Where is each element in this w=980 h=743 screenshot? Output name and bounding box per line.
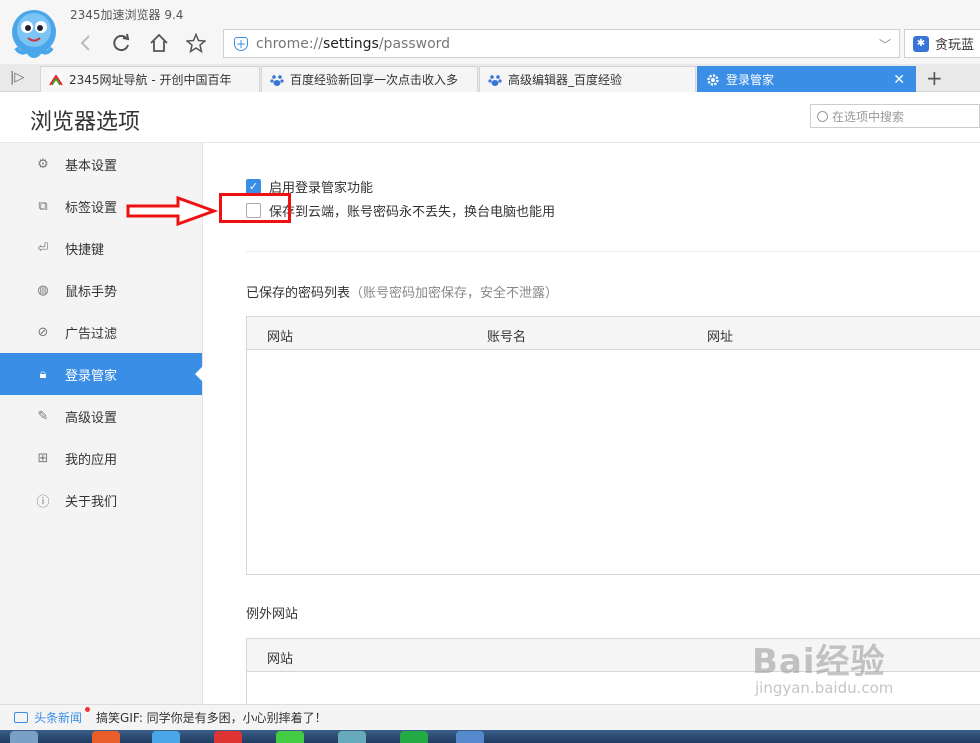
paw-icon: [270, 74, 284, 86]
table-header: 网站 账号名 网址: [247, 317, 980, 350]
start-button-icon[interactable]: [10, 731, 38, 743]
chevron-left-icon: [80, 35, 90, 51]
page-title: 浏览器选项: [30, 110, 141, 135]
home-button[interactable]: [146, 30, 172, 56]
home-icon: [150, 33, 168, 52]
column-site: 网站: [267, 330, 294, 345]
taskbar-app-icon[interactable]: [214, 731, 242, 743]
search-placeholder: 在选项中搜索: [832, 109, 905, 124]
sidebar-item-apps[interactable]: ⊞ 我的应用: [0, 437, 202, 479]
taskbar-app-icon[interactable]: [276, 731, 304, 743]
search-icon: [817, 110, 828, 122]
enable-login-manager-checkbox[interactable]: ✓: [246, 179, 261, 194]
address-bar[interactable]: + chrome://settings/password ﹀: [223, 29, 900, 58]
baidu-jingyan-watermark: Bai经验 jingyan.baidu.com: [752, 642, 894, 697]
gear-icon: [707, 73, 719, 86]
sidebar-toggle-icon[interactable]: |▷: [10, 70, 24, 85]
browser-toolbar: 2345加速浏览器 9.4 + chrome://settings/passwo…: [0, 0, 980, 64]
settings-search-input[interactable]: 在选项中搜索: [810, 104, 980, 128]
tab-baidu-jingyan[interactable]: 百度经验新回享一次点击收入多: [261, 66, 478, 92]
star-icon: [186, 33, 206, 53]
tabs-icon: ⧉: [38, 198, 48, 214]
2345-icon: [49, 72, 63, 87]
reload-icon: [113, 33, 130, 52]
column-site: 网站: [267, 652, 294, 667]
browser-logo-icon: [12, 10, 56, 58]
info-icon: ⓘ: [36, 494, 50, 510]
sidebar-item-about[interactable]: ⓘ 关于我们: [0, 479, 202, 521]
sidebar-item-basic[interactable]: ⚙ 基本设置: [0, 143, 202, 185]
taskbar-app-icon[interactable]: [456, 731, 484, 743]
search-engine-text: 贪玩蓝: [935, 38, 975, 53]
apps-icon: ⊞: [37, 450, 49, 466]
news-icon: [14, 712, 28, 723]
save-to-cloud-option[interactable]: 保存到云端，账号密码永不丢失，换台电脑也能用: [246, 201, 555, 220]
paw-icon: ✱: [913, 35, 929, 52]
mouse-icon: ◍: [37, 282, 49, 298]
news-headline[interactable]: 搞笑GIF: 同学你是有多困，小心别摔着了！: [96, 709, 327, 726]
gear-icon: ⚙: [37, 156, 49, 172]
close-icon[interactable]: ✕: [893, 72, 905, 88]
back-button[interactable]: [72, 30, 98, 56]
shortcut-icon: ⏎: [37, 240, 49, 256]
secure-shield-icon: +: [234, 36, 248, 51]
sidebar-item-adblock[interactable]: ⊘ 广告过滤: [0, 311, 202, 353]
news-label[interactable]: 头条新闻: [34, 707, 91, 726]
saved-passwords-title: 已保存的密码列表（账号密码加密保存，安全不泄露）: [246, 286, 559, 301]
tab-login-manager[interactable]: 登录管家 ✕: [697, 66, 916, 92]
annotation-highlight-box: [219, 193, 291, 223]
tab-2345[interactable]: 2345网址导航 - 开创中国百年: [40, 66, 260, 92]
column-url: 网址: [707, 330, 734, 345]
wrench-icon: ✎: [37, 408, 49, 424]
lock-icon: 🔒︎: [39, 366, 47, 382]
taskbar-app-icon[interactable]: [338, 731, 366, 743]
new-tab-button[interactable]: +: [926, 66, 943, 90]
paw-icon: [488, 74, 502, 86]
sidebar-item-login-manager[interactable]: 🔒︎ 登录管家: [0, 353, 203, 395]
bookmark-button[interactable]: [183, 30, 209, 56]
taskbar-app-icon[interactable]: [400, 731, 428, 743]
divider: [246, 251, 980, 252]
os-taskbar: [0, 730, 980, 743]
column-account: 账号名: [487, 330, 527, 345]
tab-bar: |▷ 2345网址导航 - 开创中国百年 百度经验新回享一次点击收入多 高级编辑…: [0, 64, 980, 92]
chevron-down-icon[interactable]: ﹀: [879, 36, 891, 53]
annotation-arrow-icon: [126, 196, 218, 226]
saved-passwords-table: 网站 账号名 网址: [246, 316, 980, 575]
sidebar-item-mouse-gestures[interactable]: ◍ 鼠标手势: [0, 269, 202, 311]
notification-dot: [85, 707, 91, 712]
sidebar-item-shortcuts[interactable]: ⏎ 快捷键: [0, 227, 202, 269]
settings-sidebar: ⚙ 基本设置 ⧉ 标签设置 ⏎ 快捷键 ◍ 鼠标手势 ⊘ 广告过滤 🔒︎ 登录管家 ✎ 高级设…: [0, 143, 203, 704]
block-icon: ⊘: [37, 324, 49, 340]
tab-editor[interactable]: 高级编辑器_百度经验: [479, 66, 696, 92]
news-bar[interactable]: 头条新闻 搞笑GIF: 同学你是有多困，小心别摔着了！: [0, 704, 980, 730]
login-manager-panel: ✓ 启用登录管家功能 保存到云端，账号密码永不丢失，换台电脑也能用 已保存的密码…: [204, 143, 980, 708]
window-title: 2345加速浏览器 9.4: [70, 8, 184, 22]
reload-button[interactable]: [108, 30, 134, 56]
address-url: chrome://settings/password: [256, 35, 451, 52]
exception-sites-title: 例外网站: [246, 607, 299, 622]
taskbar-app-icon[interactable]: [152, 731, 180, 743]
search-engine-box[interactable]: ✱ 贪玩蓝: [904, 29, 980, 58]
taskbar-app-icon[interactable]: [92, 731, 120, 743]
sidebar-item-advanced[interactable]: ✎ 高级设置: [0, 395, 202, 437]
